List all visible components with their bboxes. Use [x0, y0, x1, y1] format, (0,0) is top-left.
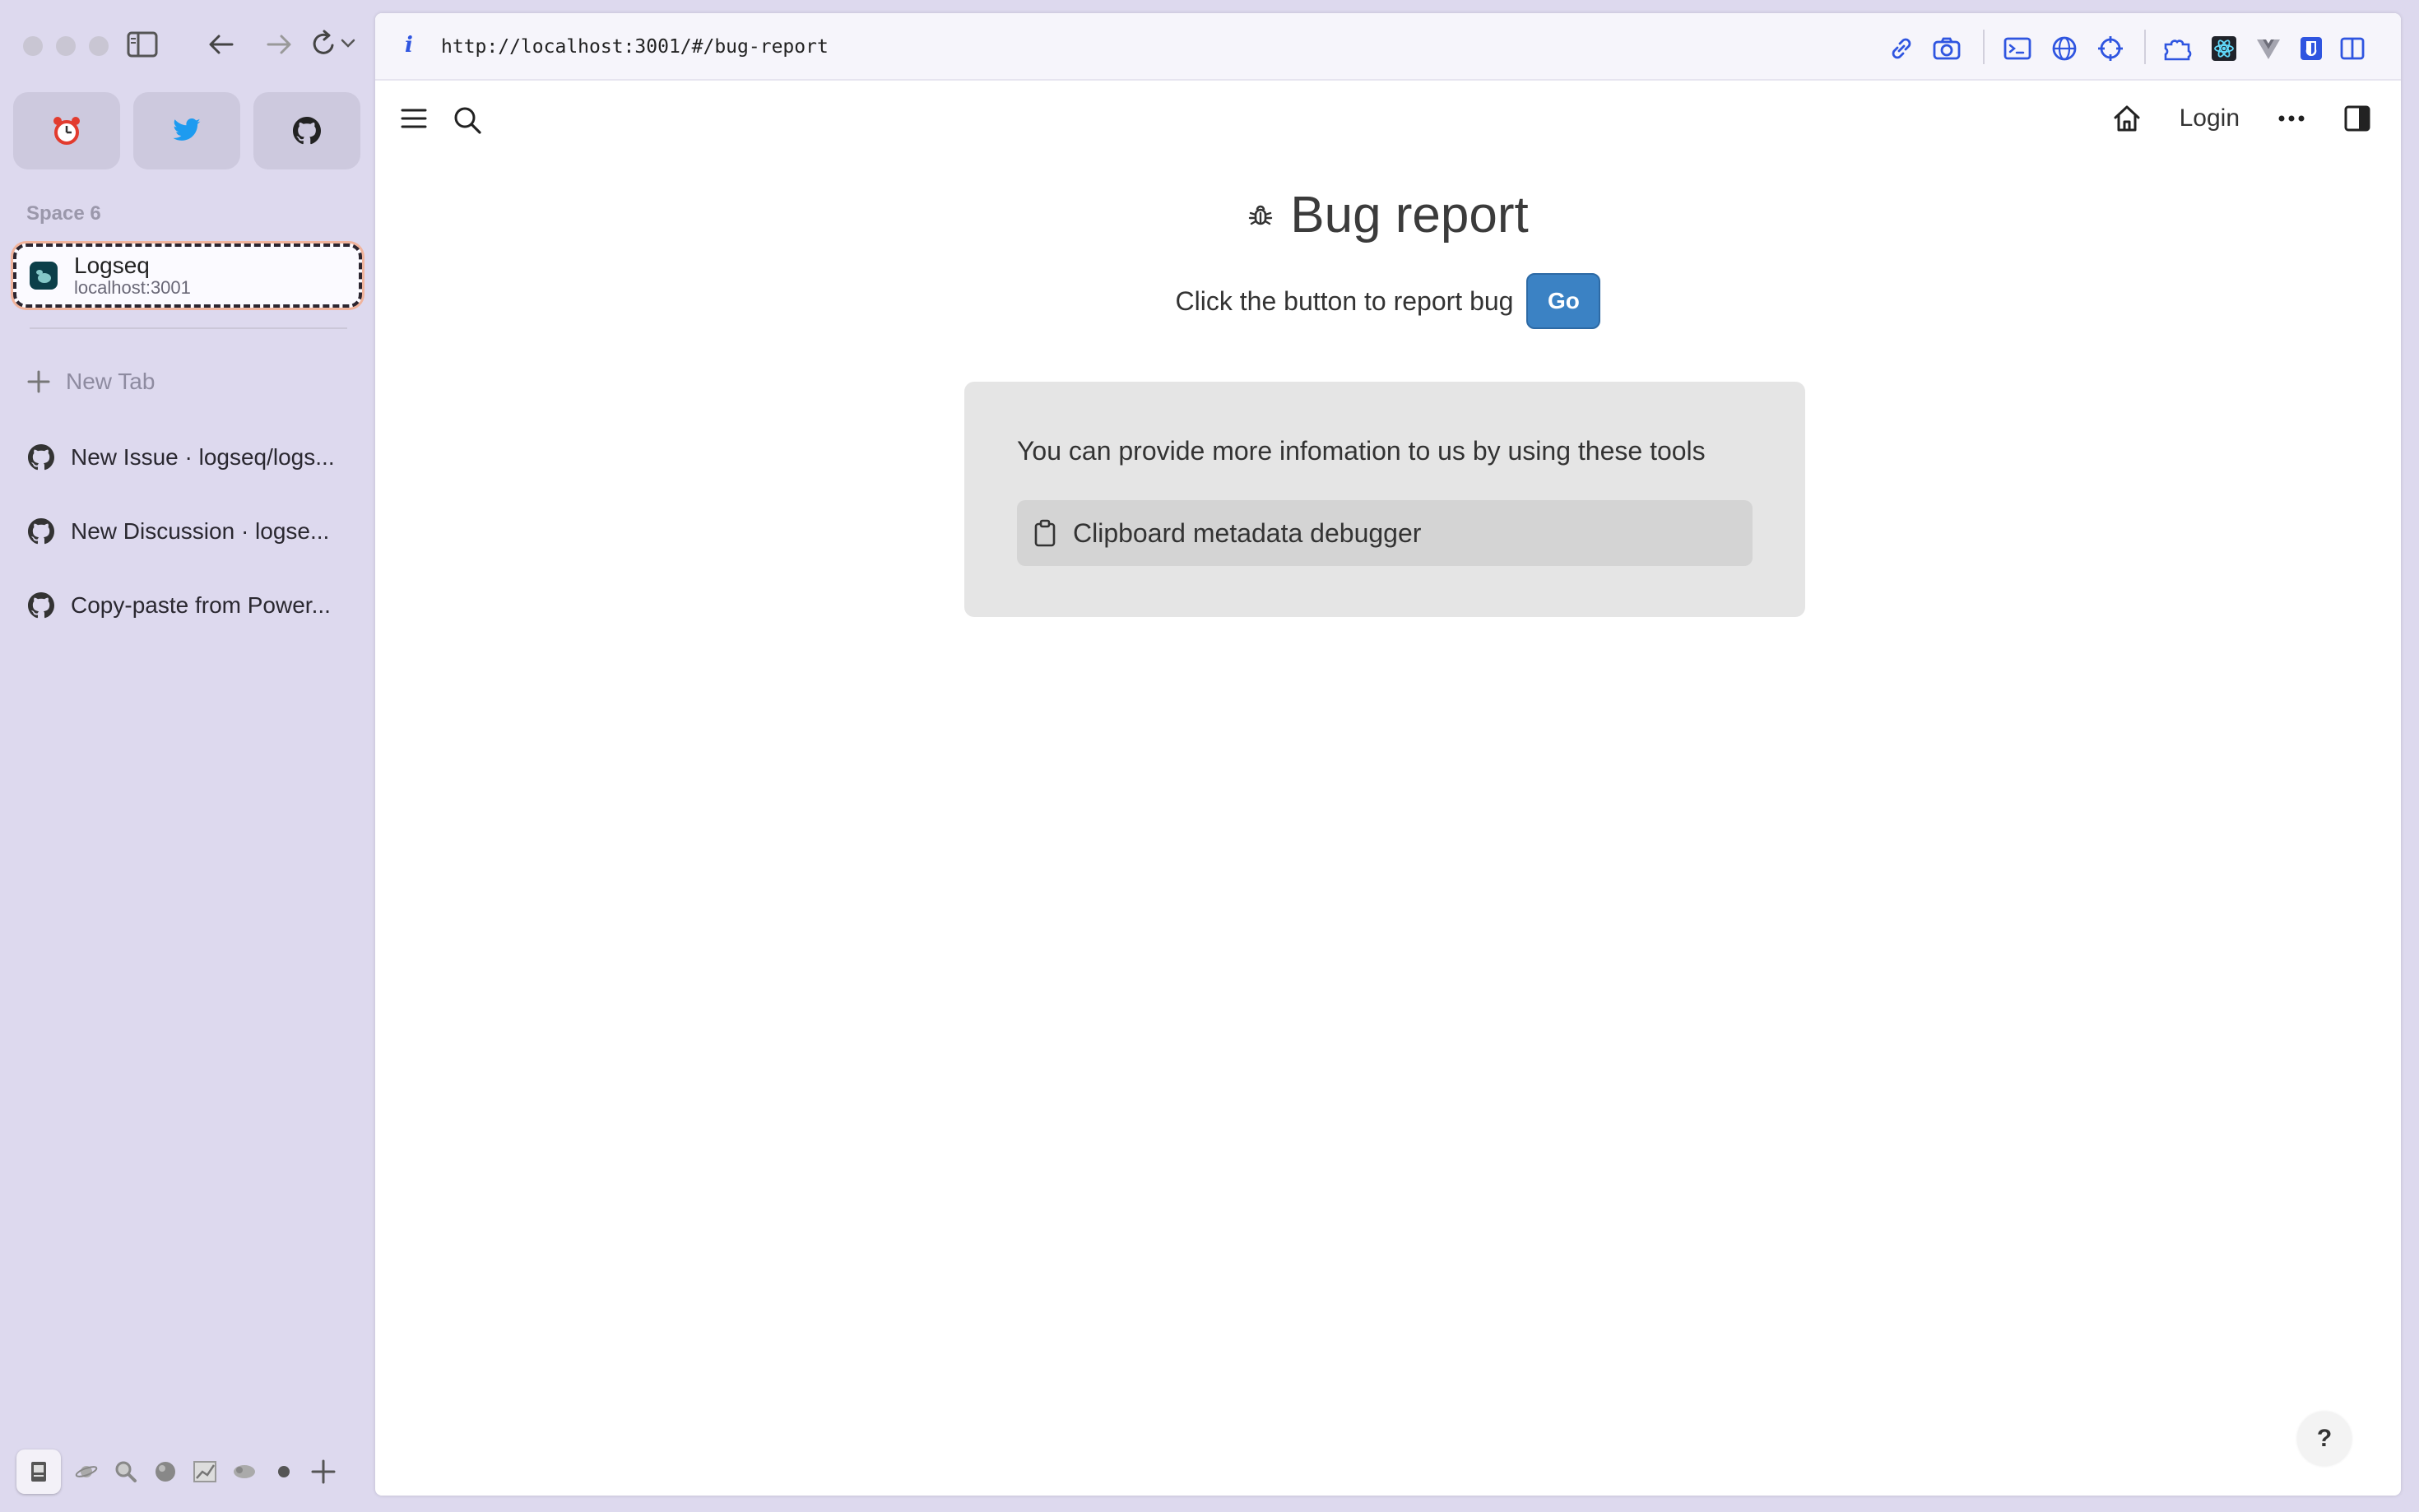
vue-devtools-icon[interactable] [2254, 35, 2282, 63]
pinned-tab-github[interactable] [253, 92, 360, 169]
tab-label: New Discussion · logse... [71, 518, 330, 544]
new-tab-label: New Tab [66, 369, 156, 394]
camera-icon[interactable] [1932, 35, 1962, 63]
help-button[interactable]: ? [2297, 1412, 2352, 1466]
alarm-clock-icon [53, 117, 80, 145]
chevron-down-icon[interactable] [341, 39, 355, 49]
dot-space-icon[interactable] [270, 1458, 298, 1486]
globe-space-icon[interactable] [151, 1458, 179, 1486]
github-icon [28, 518, 54, 545]
space-icon-active[interactable] [16, 1449, 61, 1494]
magnifier-space-icon[interactable] [112, 1458, 140, 1486]
tools-description: You can provide more infomation to us by… [1017, 436, 1706, 466]
terminal-icon[interactable] [2003, 35, 2032, 63]
space-label: Space 6 [26, 202, 101, 225]
chart-space-icon[interactable] [191, 1458, 219, 1486]
plus-icon [27, 370, 50, 393]
space-switcher-bar [16, 1449, 337, 1494]
link-icon[interactable] [1887, 35, 1915, 63]
forward-arrow-icon[interactable] [265, 31, 293, 58]
bug-icon [1249, 205, 1273, 225]
document-icon [31, 1462, 46, 1482]
toolbar-divider [1983, 30, 1985, 64]
split-view-icon[interactable] [2338, 35, 2366, 63]
toolbar-divider [2144, 30, 2146, 64]
report-prompt: Click the button to report bug [1175, 285, 1514, 316]
react-devtools-icon[interactable] [2210, 35, 2238, 63]
close-window-button[interactable] [23, 36, 43, 56]
puzzle-icon[interactable] [2161, 35, 2194, 63]
sidebar-toggle-icon[interactable] [127, 31, 158, 58]
planet-icon[interactable] [72, 1458, 100, 1486]
tools-panel: You can provide more infomation to us by… [964, 382, 1805, 617]
tool-label: Clipboard metadata debugger [1073, 517, 1422, 548]
tab-label: Copy-paste from Power... [71, 592, 331, 618]
github-icon [28, 444, 54, 471]
add-space-icon[interactable] [309, 1458, 337, 1486]
report-row: Click the button to report bug Go [375, 273, 2401, 329]
tab-new-issue[interactable]: New Issue · logseq/logs... [28, 444, 335, 471]
active-tab-subtitle: localhost:3001 [74, 277, 191, 298]
pinned-tab-twitter[interactable] [133, 92, 240, 169]
browser-sidebar: Space 6 Logseq localhost:3001 New Tab Ne… [0, 0, 375, 1512]
tab-copy-paste[interactable]: Copy-paste from Power... [28, 592, 331, 619]
page-title: Bug report [375, 186, 2401, 244]
twitter-icon [173, 118, 201, 141]
url-field[interactable]: http://localhost:3001/#/bug-report [441, 36, 829, 58]
home-icon[interactable] [2112, 104, 2142, 133]
active-tab-title: Logseq [74, 253, 150, 278]
back-arrow-icon[interactable] [207, 31, 235, 58]
menu-icon[interactable] [400, 105, 428, 135]
new-tab-button[interactable]: New Tab [26, 369, 155, 395]
minimize-window-button[interactable] [56, 36, 76, 56]
reload-icon[interactable] [311, 30, 355, 58]
clipboard-debugger-button[interactable]: Clipboard metadata debugger [1017, 500, 1753, 566]
globe-icon[interactable] [2050, 35, 2078, 63]
right-sidebar-toggle-icon[interactable] [2343, 104, 2371, 132]
pinned-tabs [13, 92, 360, 169]
github-icon [28, 592, 54, 619]
clipboard-icon [1034, 519, 1056, 547]
address-bar: i http://localhost:3001/#/bug-report [375, 13, 2401, 81]
window-controls [23, 36, 109, 56]
app-header: Login [375, 81, 2401, 163]
active-tab-logseq[interactable]: Logseq localhost:3001 [13, 243, 362, 308]
go-button[interactable]: Go [1526, 273, 1601, 329]
tab-label: New Issue · logseq/logs... [71, 444, 335, 470]
page-title-text: Bug report [1290, 187, 1529, 243]
maximize-window-button[interactable] [89, 36, 109, 56]
crosshair-icon[interactable] [2096, 35, 2124, 63]
site-info-icon[interactable]: i [405, 33, 413, 58]
github-icon [293, 117, 321, 145]
bitwarden-icon[interactable] [2297, 35, 2325, 63]
sidebar-divider [30, 327, 347, 329]
browser-content: i http://localhost:3001/#/bug-report Log… [375, 13, 2401, 1496]
leaf-space-icon[interactable] [230, 1458, 258, 1486]
pinned-tab-alarm[interactable] [13, 92, 120, 169]
more-options-icon[interactable] [2277, 114, 2305, 123]
logseq-icon [30, 262, 58, 290]
search-icon[interactable] [453, 105, 482, 135]
tab-new-discussion[interactable]: New Discussion · logse... [28, 518, 329, 545]
login-button[interactable]: Login [2180, 104, 2240, 132]
